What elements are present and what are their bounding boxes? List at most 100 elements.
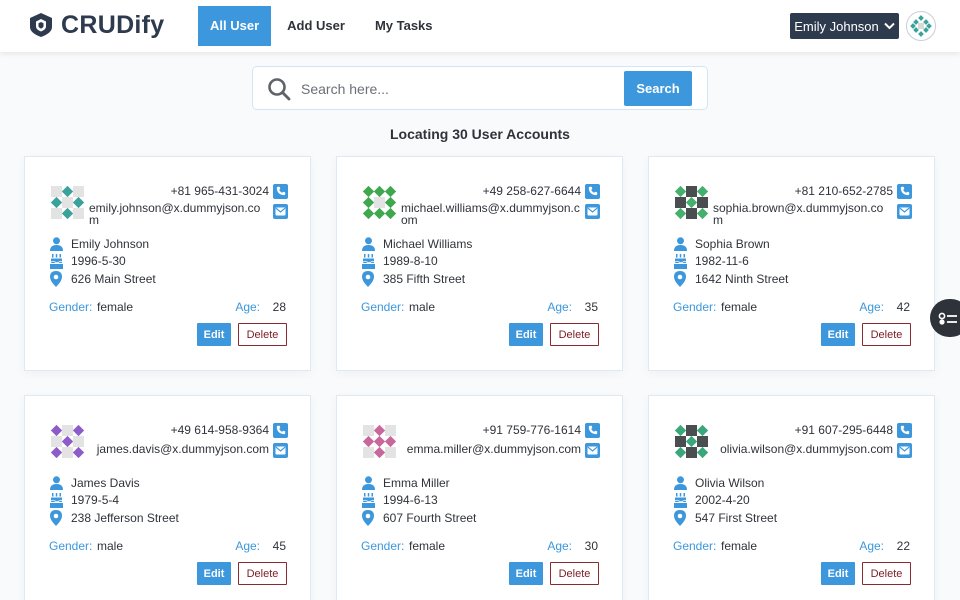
delete-button[interactable]: Delete — [550, 562, 599, 585]
gender-label: Gender: — [673, 300, 717, 314]
birth-date: 1996-5-30 — [71, 254, 126, 269]
envelope-icon[interactable] — [585, 204, 600, 219]
contact-info: +81 965-431-3024 emily.johnson@x.dummyjs… — [72, 182, 288, 226]
side-panel-toggle[interactable] — [930, 299, 960, 337]
delete-button[interactable]: Delete — [862, 323, 911, 346]
birth-date: 1989-8-10 — [383, 254, 438, 269]
user-name: Olivia Wilson — [695, 475, 765, 490]
street-address: 1642 Ninth Street — [695, 271, 789, 286]
gender-value: female — [721, 539, 758, 553]
street-address: 626 Main Street — [71, 271, 156, 286]
envelope-icon[interactable] — [585, 443, 600, 458]
name-row: Emma Miller — [361, 474, 476, 492]
email-row: olivia.wilson@x.dummyjson.com — [696, 441, 912, 458]
user-card: +49 614-958-9364 james.davis@x.dummyjson… — [24, 395, 311, 600]
envelope-icon[interactable] — [897, 204, 912, 219]
delete-button[interactable]: Delete — [238, 323, 287, 346]
gender-value: male — [97, 539, 124, 553]
phone-icon[interactable] — [897, 183, 912, 199]
delete-button[interactable]: Delete — [238, 562, 287, 585]
map-pin-icon — [673, 270, 687, 287]
street-address: 607 Fourth Street — [383, 510, 477, 525]
brand-name: CRUDify — [61, 11, 165, 39]
user-icon — [673, 237, 687, 251]
address-row: 238 Jefferson Street — [49, 509, 179, 527]
user-icon — [361, 476, 375, 490]
birth-date: 1982-11-6 — [695, 254, 749, 269]
name-row: Olivia Wilson — [673, 474, 777, 492]
nav-add-user[interactable]: Add User — [273, 6, 359, 46]
phone-row: +91 759-776-1614 — [384, 421, 600, 439]
user-details: James Davis 1979-5-4 238 Jefferson Stree… — [49, 474, 179, 527]
brand-logo[interactable]: CRUDify — [28, 12, 165, 38]
phone-icon[interactable] — [897, 422, 912, 438]
edit-button[interactable]: Edit — [821, 562, 855, 585]
birthdate-row: 2002-4-20 — [673, 492, 777, 510]
age-value: 28 — [272, 300, 286, 314]
user-card: +91 607-295-6448 olivia.wilson@x.dummyjs… — [648, 395, 935, 600]
name-row: Sophia Brown — [673, 235, 788, 253]
address-row: 547 First Street — [673, 509, 777, 527]
age-label: Age: — [547, 300, 572, 314]
edit-button[interactable]: Edit — [197, 323, 231, 346]
envelope-icon[interactable] — [897, 443, 912, 458]
email-address: michael.williams@x.dummyjson.com — [401, 201, 580, 227]
gender-value: female — [97, 300, 134, 314]
user-menu-button[interactable]: Emily Johnson — [790, 13, 899, 39]
email-address: olivia.wilson@x.dummyjson.com — [720, 442, 893, 456]
search-input[interactable] — [301, 75, 621, 103]
envelope-icon[interactable] — [273, 443, 288, 458]
phone-number: +49 614-958-9364 — [170, 423, 269, 437]
edit-button[interactable]: Edit — [509, 323, 543, 346]
phone-row: +91 607-295-6448 — [696, 421, 912, 439]
phone-icon[interactable] — [273, 183, 288, 199]
birthday-cake-icon — [361, 253, 375, 269]
edit-button[interactable]: Edit — [821, 323, 855, 346]
gender-label: Gender: — [673, 539, 717, 553]
name-row: James Davis — [49, 474, 179, 492]
email-address: sophia.brown@x.dummyjson.com — [713, 201, 884, 227]
envelope-icon[interactable] — [273, 204, 288, 219]
email-row: james.davis@x.dummyjson.com — [72, 441, 288, 458]
phone-icon[interactable] — [273, 422, 288, 438]
name-row: Emily Johnson — [49, 235, 156, 253]
user-name: Emily Johnson — [71, 236, 150, 251]
age-value: 35 — [584, 300, 598, 314]
user-card: +81 965-431-3024 emily.johnson@x.dummyjs… — [24, 156, 311, 371]
phone-icon[interactable] — [585, 422, 600, 438]
delete-button[interactable]: Delete — [550, 323, 599, 346]
search-icon — [268, 78, 291, 101]
nav-all-user[interactable]: All User — [198, 6, 272, 46]
user-card: +49 258-627-6644 michael.williams@x.dumm… — [336, 156, 623, 371]
phone-icon[interactable] — [585, 183, 600, 199]
birthdate-row: 1982-11-6 — [673, 253, 788, 271]
map-pin-icon — [361, 509, 375, 526]
user-details: Emma Miller 1994-6-13 607 Fourth Street — [361, 474, 476, 527]
phone-row: +49 258-627-6644 — [384, 182, 600, 200]
nav-my-tasks[interactable]: My Tasks — [361, 6, 447, 46]
results-title: Locating 30 User Accounts — [390, 126, 570, 142]
gender-label: Gender: — [361, 539, 405, 553]
birthday-cake-icon — [49, 253, 63, 269]
contact-info: +81 210-652-2785 sophia.brown@x.dummyjso… — [696, 182, 912, 226]
birthday-cake-icon — [361, 492, 375, 508]
user-name: James Davis — [71, 475, 140, 490]
address-row: 385 Fifth Street — [361, 270, 472, 288]
email-row: sophia.brown@x.dummyjson.com — [696, 202, 912, 226]
edit-button[interactable]: Edit — [197, 562, 231, 585]
birthday-cake-icon — [49, 492, 63, 508]
user-avatar[interactable] — [906, 11, 936, 41]
email-row: michael.williams@x.dummyjson.com — [384, 202, 600, 226]
edit-button[interactable]: Edit — [509, 562, 543, 585]
gender-label: Gender: — [361, 300, 405, 314]
street-address: 547 First Street — [695, 510, 778, 525]
birthdate-row: 1989-8-10 — [361, 253, 472, 271]
street-address: 238 Jefferson Street — [71, 510, 179, 525]
address-row: 1642 Ninth Street — [673, 270, 788, 288]
phone-number: +81 210-652-2785 — [794, 184, 893, 198]
search-button[interactable]: Search — [624, 71, 692, 106]
user-icon — [673, 476, 687, 490]
delete-button[interactable]: Delete — [862, 562, 911, 585]
shield-logo-icon — [30, 13, 52, 37]
age-value: 30 — [584, 539, 598, 553]
